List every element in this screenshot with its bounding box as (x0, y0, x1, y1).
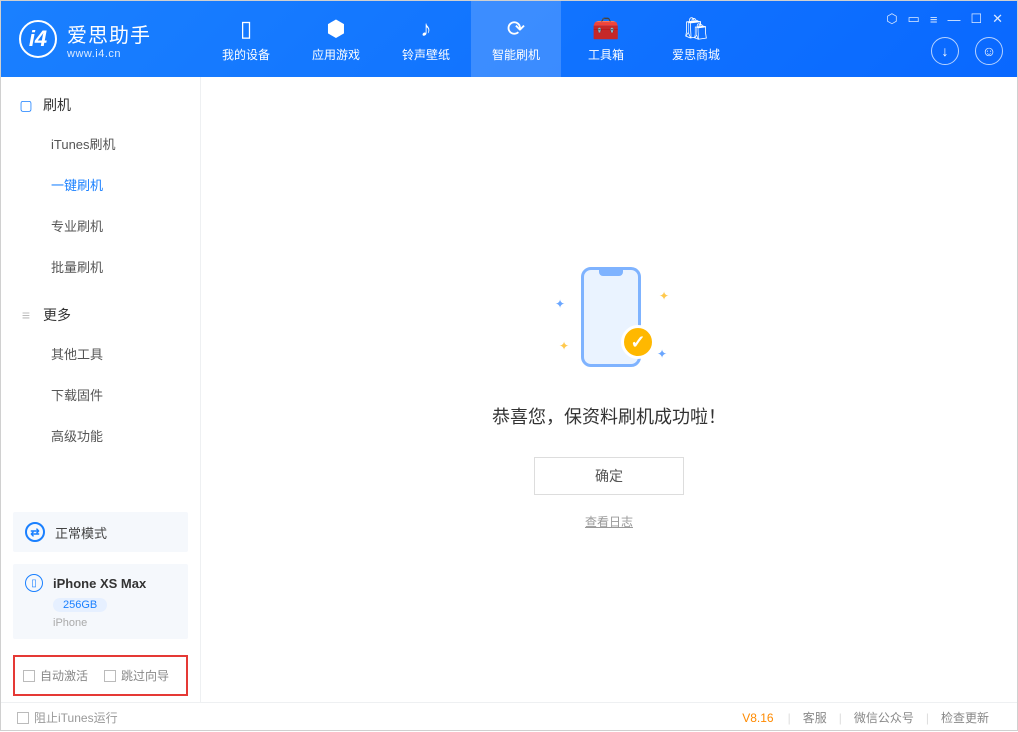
device-icon: ▯ (240, 16, 252, 42)
footer-link-update[interactable]: 检查更新 (929, 709, 1001, 726)
device-small-icon: ▯ (25, 574, 43, 592)
menu-icon[interactable]: ≡ (930, 12, 938, 27)
tab-label: 应用游戏 (312, 46, 360, 63)
sidebar-item-itunes-flash[interactable]: iTunes刷机 (1, 123, 200, 164)
tab-label: 智能刷机 (492, 46, 540, 63)
header-actions: ↓ ☺ (931, 37, 1003, 65)
ok-button[interactable]: 确定 (534, 457, 684, 495)
section-title: 更多 (43, 305, 71, 325)
sidebar-item-pro-flash[interactable]: 专业刷机 (1, 205, 200, 246)
checkbox-label: 阻止iTunes运行 (34, 709, 118, 726)
tab-label: 铃声壁纸 (402, 46, 450, 63)
close-icon[interactable]: ✕ (992, 11, 1003, 27)
minimize-icon[interactable]: — (947, 12, 960, 27)
download-button[interactable]: ↓ (931, 37, 959, 65)
tab-label: 爱思商城 (672, 46, 720, 63)
success-message: 恭喜您，保资料刷机成功啦！ (492, 403, 726, 429)
tab-flash[interactable]: ⟳ 智能刷机 (471, 1, 561, 77)
music-icon: ♪ (421, 16, 432, 42)
tab-apps-games[interactable]: ⬢ 应用游戏 (291, 1, 381, 77)
apps-icon: ⬢ (326, 16, 345, 42)
tab-toolbox[interactable]: 🧰 工具箱 (561, 1, 651, 77)
checkbox-auto-activate[interactable]: 自动激活 (23, 667, 88, 684)
nav-tabs: ▯ 我的设备 ⬢ 应用游戏 ♪ 铃声壁纸 ⟳ 智能刷机 🧰 工具箱 🛍 爱思商城 (201, 1, 741, 77)
sidebar-item-batch-flash[interactable]: 批量刷机 (1, 246, 200, 287)
sidebar-item-advanced[interactable]: 高级功能 (1, 415, 200, 456)
sidebar: ▢ 刷机 iTunes刷机 一键刷机 专业刷机 批量刷机 ≡ 更多 其他工具 下… (1, 77, 201, 702)
window-controls: ⬡ ▭ ≡ — ☐ ✕ (886, 11, 1003, 27)
store-icon: 🛍 (682, 16, 710, 42)
sidebar-item-other-tools[interactable]: 其他工具 (1, 333, 200, 374)
success-panel: ✓ ✦✦ ✦✦ 恭喜您，保资料刷机成功啦！ 确定 查看日志 (201, 77, 1017, 530)
version-label: V8.16 (742, 711, 773, 725)
checkbox-skip-guide[interactable]: 跳过向导 (104, 667, 169, 684)
tab-my-device[interactable]: ▯ 我的设备 (201, 1, 291, 77)
mode-icon: ⇄ (25, 522, 45, 542)
mode-label: 正常模式 (55, 523, 107, 542)
checkbox-block-itunes[interactable]: 阻止iTunes运行 (17, 709, 118, 726)
app-name: 爱思助手 (67, 19, 151, 48)
footer-link-wechat[interactable]: 微信公众号 (842, 709, 926, 726)
device-storage-badge: 256GB (53, 598, 107, 612)
logo-icon: i4 (19, 20, 57, 58)
options-highlight-box: 自动激活 跳过向导 (13, 655, 188, 696)
sidebar-item-download-firmware[interactable]: 下载固件 (1, 374, 200, 415)
user-button[interactable]: ☺ (975, 37, 1003, 65)
checkbox-label: 跳过向导 (121, 667, 169, 684)
maximize-icon[interactable]: ☐ (970, 11, 982, 27)
view-log-link[interactable]: 查看日志 (585, 513, 633, 530)
toolbox-icon: 🧰 (592, 16, 619, 42)
section-title: 刷机 (43, 95, 71, 115)
main-content: ✓ ✦✦ ✦✦ 恭喜您，保资料刷机成功啦！ 确定 查看日志 (201, 77, 1017, 702)
footer: 阻止iTunes运行 V8.16 | 客服 | 微信公众号 | 检查更新 (1, 702, 1017, 732)
mode-box[interactable]: ⇄ 正常模式 (13, 512, 188, 552)
tab-label: 工具箱 (588, 46, 624, 63)
phone-illustration: ✓ ✦✦ ✦✦ (539, 267, 679, 377)
sidebar-item-oneclick-flash[interactable]: 一键刷机 (1, 164, 200, 205)
list-icon: ≡ (19, 307, 33, 323)
app-url: www.i4.cn (67, 48, 151, 60)
tab-store[interactable]: 🛍 爱思商城 (651, 1, 741, 77)
checkbox-label: 自动激活 (40, 667, 88, 684)
app-logo: i4 爱思助手 www.i4.cn (1, 19, 201, 60)
feedback-icon[interactable]: ▭ (908, 11, 920, 27)
shirt-icon[interactable]: ⬡ (886, 11, 897, 27)
tab-label: 我的设备 (222, 46, 270, 63)
tab-ringtones[interactable]: ♪ 铃声壁纸 (381, 1, 471, 77)
checkmark-icon: ✓ (621, 325, 655, 359)
app-header: i4 爱思助手 www.i4.cn ▯ 我的设备 ⬢ 应用游戏 ♪ 铃声壁纸 ⟳ 智能刷… (1, 1, 1017, 77)
device-name: iPhone XS Max (53, 576, 146, 591)
device-box[interactable]: ▯ iPhone XS Max 256GB iPhone (13, 564, 188, 639)
footer-link-support[interactable]: 客服 (791, 709, 839, 726)
sidebar-section-flash: ▢ 刷机 (1, 77, 200, 123)
phone-outline-icon: ▢ (19, 97, 33, 114)
flash-icon: ⟳ (507, 16, 525, 42)
device-type: iPhone (53, 617, 176, 629)
sidebar-section-more: ≡ 更多 (1, 287, 200, 333)
